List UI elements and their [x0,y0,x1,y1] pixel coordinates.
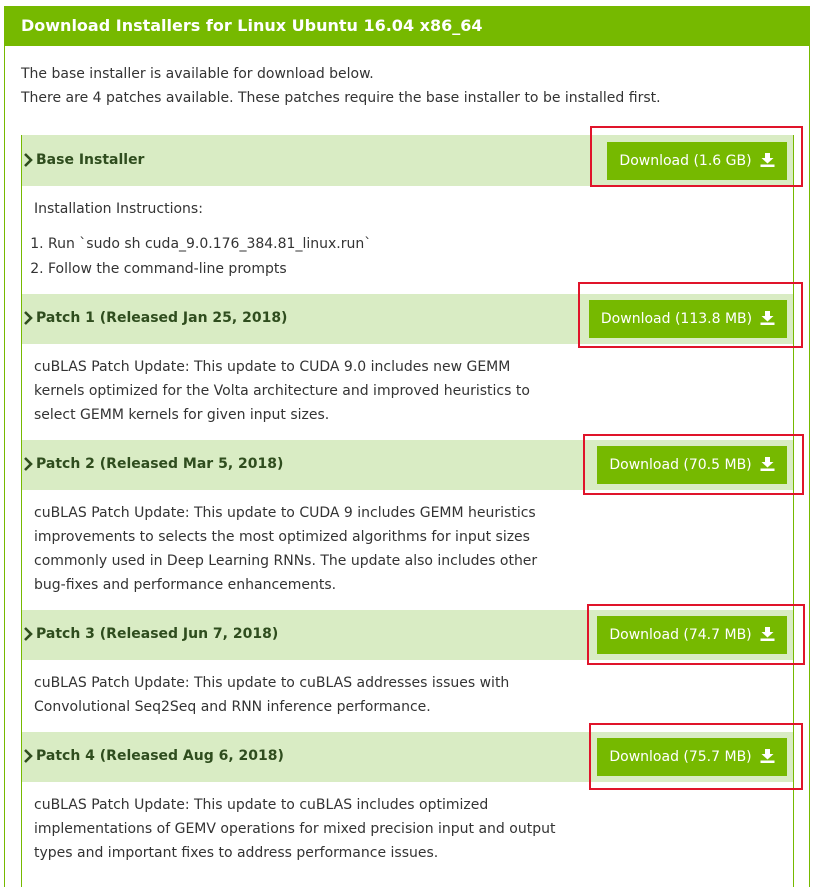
patch-2-title: Patch 2 (Released Mar 5, 2018) [36,456,284,472]
patch-2-desc-line: commonly used in Deep Learning RNNs. The… [34,553,538,569]
patch-1-title: Patch 1 (Released Jan 25, 2018) [36,310,288,326]
patch-3-desc-line: cuBLAS Patch Update: This update to cuBL… [34,675,510,691]
patch-2-description: cuBLAS Patch Update: This update to CUDA… [34,501,537,597]
step-2: Follow the command-line prompts [48,257,371,282]
patch-2-desc-line: improvements to selects the most optimiz… [34,529,530,545]
patch-2-desc-line: cuBLAS Patch Update: This update to CUDA… [34,505,536,521]
patch-1-desc-line: kernels optimized for the Volta architec… [34,383,530,399]
highlight-box-patch-4 [589,723,803,790]
patch-1-desc-line: cuBLAS Patch Update: This update to CUDA… [34,359,511,375]
chevron-right-icon [22,748,35,764]
patch-4-desc-line: types and important fixes to address per… [34,845,439,861]
highlight-box-base [590,126,803,187]
patch-1-description: cuBLAS Patch Update: This update to CUDA… [34,355,530,427]
intro-line-1: The base installer is available for down… [21,66,374,82]
patch-4-description: cuBLAS Patch Update: This update to cuBL… [34,793,555,865]
chevron-right-icon [22,456,35,472]
patch-4-desc-line: cuBLAS Patch Update: This update to cuBL… [34,797,489,813]
patch-2-desc-line: bug-fixes and performance enhancements. [34,577,337,593]
patch-3-description: cuBLAS Patch Update: This update to cuBL… [34,671,509,719]
installation-instructions-heading: Installation Instructions: [34,201,203,217]
patch-3-desc-line: Convolutional Seq2Seq and RNN inference … [34,699,431,715]
chevron-right-icon [22,310,35,326]
patch-3-title: Patch 3 (Released Jun 7, 2018) [36,626,279,642]
intro-line-2: There are 4 patches available. These pat… [21,90,661,106]
chevron-right-icon [22,626,35,642]
patch-4-title: Patch 4 (Released Aug 6, 2018) [36,748,284,764]
patch-1-desc-line: select GEMM kernels for given input size… [34,407,330,423]
patch-4-desc-line: implementations of GEMV operations for m… [34,821,556,837]
chevron-right-icon [22,152,35,168]
base-installer-title: Base Installer [36,152,145,168]
panel-title: Download Installers for Linux Ubuntu 16.… [4,6,810,46]
highlight-box-patch-1 [578,282,803,348]
highlight-box-patch-2 [583,434,804,495]
installation-steps: Run `sudo sh cuda_9.0.176_384.81_linux.r… [20,232,371,282]
step-1: Run `sudo sh cuda_9.0.176_384.81_linux.r… [48,232,371,257]
highlight-box-patch-3 [587,604,805,665]
